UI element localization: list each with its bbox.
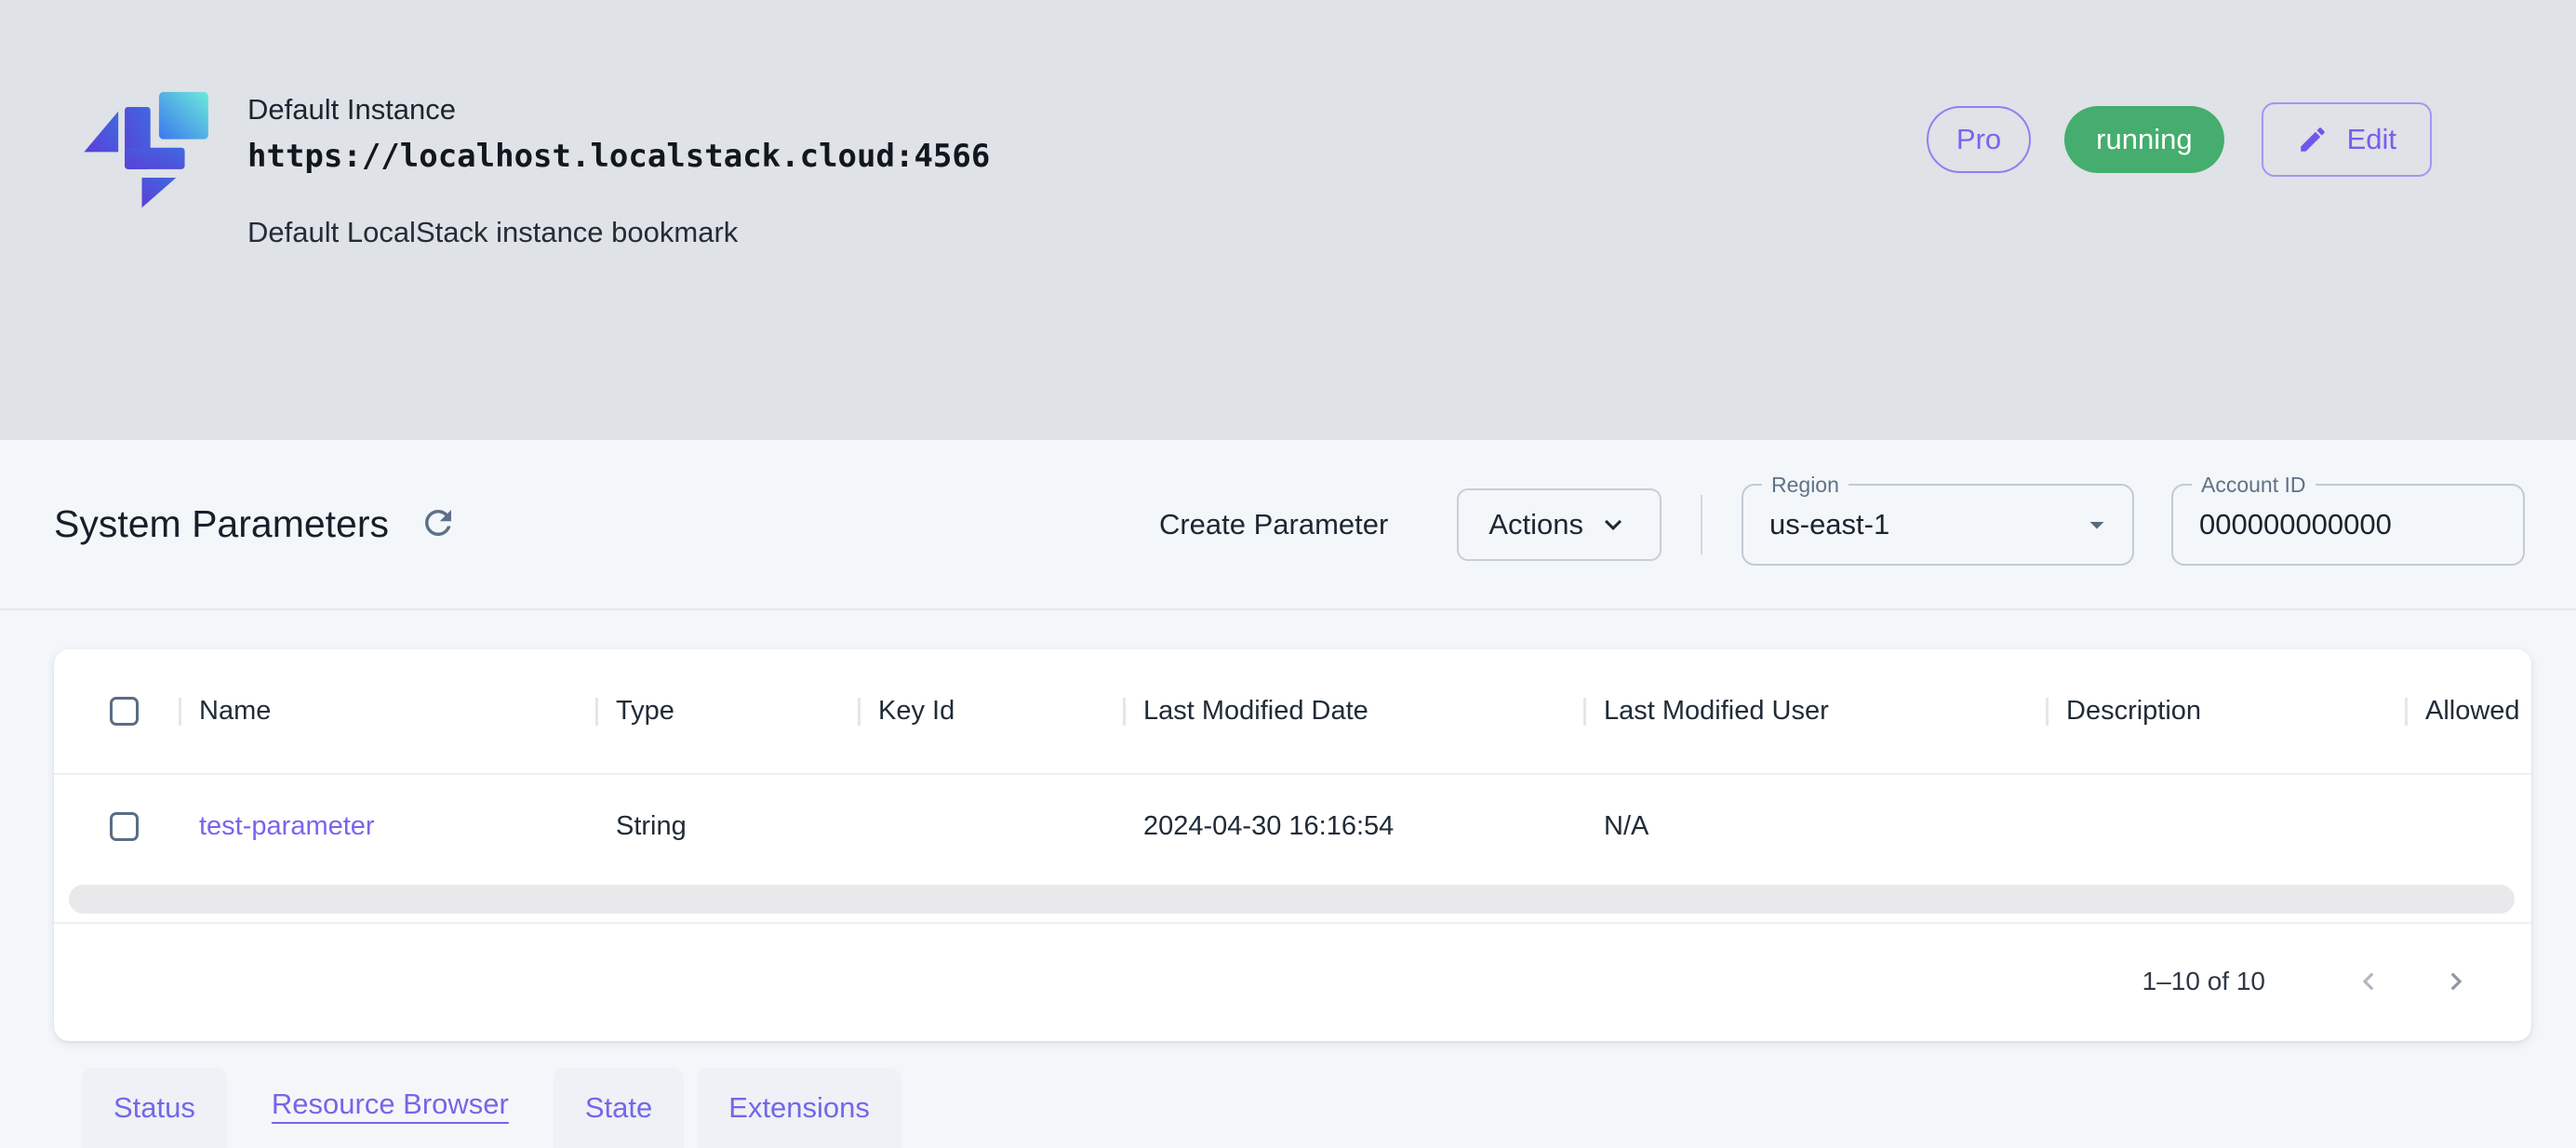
- pencil-icon: [2297, 124, 2329, 155]
- create-parameter-button[interactable]: Create Parameter: [1159, 508, 1388, 541]
- dropdown-arrow-icon: [2080, 508, 2114, 541]
- column-header-description: Description: [2046, 696, 2405, 727]
- edit-button-label: Edit: [2347, 123, 2396, 156]
- column-separator: [179, 698, 181, 726]
- status-badge: running: [2064, 106, 2223, 173]
- column-header-last-modified-date: Last Modified Date: [1123, 696, 1583, 727]
- refresh-button[interactable]: [417, 503, 460, 546]
- column-header-allowed: Allowed: [2405, 696, 2531, 727]
- page-title: System Parameters: [54, 502, 389, 546]
- cell-type: String: [595, 811, 858, 842]
- row-checkbox[interactable]: [110, 812, 139, 841]
- parameters-table: Name Type Key Id Last Modified Date Last…: [54, 649, 2531, 877]
- tab-extensions[interactable]: Extensions: [697, 1068, 901, 1148]
- account-id-field: Account ID: [2171, 484, 2525, 566]
- column-separator: [1123, 698, 1126, 726]
- table-row: test-parameter String 2024-04-30 16:16:5…: [54, 775, 2531, 877]
- row-checkbox-cell: [54, 812, 179, 841]
- resource-toolbar: System Parameters Create Parameter Actio…: [0, 440, 2576, 610]
- tab-resource-browser-label: Resource Browser: [272, 1088, 509, 1121]
- column-header-last-modified-user-label: Last Modified User: [1604, 696, 1829, 727]
- horizontal-scrollbar: [54, 877, 2531, 922]
- region-select-value: us-east-1: [1769, 508, 1889, 541]
- pagination-previous-button[interactable]: [2351, 964, 2386, 999]
- edit-button[interactable]: Edit: [2262, 102, 2432, 177]
- tab-extensions-label: Extensions: [728, 1091, 870, 1125]
- select-all-checkbox[interactable]: [110, 697, 139, 726]
- tab-state-label: State: [585, 1091, 652, 1125]
- column-separator: [2405, 698, 2408, 726]
- actions-dropdown-button[interactable]: Actions: [1457, 488, 1662, 561]
- column-separator: [1583, 698, 1586, 726]
- refresh-icon: [419, 503, 458, 542]
- cell-last-modified-date: 2024-04-30 16:16:54: [1123, 811, 1583, 842]
- chevron-down-icon: [1596, 508, 1630, 541]
- column-header-name-label: Name: [199, 696, 271, 727]
- pagination: 1–10 of 10: [54, 924, 2531, 1039]
- account-id-label: Account ID: [2192, 471, 2316, 499]
- column-header-key-id-label: Key Id: [878, 696, 954, 727]
- tab-status[interactable]: Status: [82, 1068, 227, 1148]
- tab-state[interactable]: State: [554, 1068, 684, 1148]
- column-header-last-modified-user: Last Modified User: [1583, 696, 2046, 727]
- column-header-name: Name: [179, 696, 595, 727]
- account-id-input[interactable]: [2199, 508, 2497, 541]
- chevron-left-icon: [2351, 964, 2386, 999]
- actions-label: Actions: [1488, 508, 1583, 541]
- toolbar-divider: [1701, 495, 1702, 554]
- instance-badges: Pro running Edit: [1927, 102, 2432, 177]
- column-header-type-label: Type: [616, 696, 674, 727]
- column-header-type: Type: [595, 696, 858, 727]
- instance-header: Default Instance https://localhost.local…: [82, 86, 990, 249]
- localstack-logo-icon: [82, 86, 223, 227]
- instance-description: Default LocalStack instance bookmark: [247, 216, 990, 249]
- column-separator: [2046, 698, 2049, 726]
- column-separator: [858, 698, 861, 726]
- column-header-key-id: Key Id: [858, 696, 1123, 727]
- chevron-right-icon: [2438, 964, 2474, 999]
- cell-name: test-parameter: [179, 811, 595, 842]
- column-header-description-label: Description: [2066, 696, 2201, 727]
- tab-status-label: Status: [113, 1091, 195, 1125]
- plan-badge: Pro: [1927, 106, 2031, 173]
- region-select-label: Region: [1762, 471, 1849, 499]
- instance-info: Default Instance https://localhost.local…: [247, 86, 990, 249]
- region-select[interactable]: Region us-east-1: [1742, 484, 2134, 566]
- instance-tabs: Status Resource Browser State Extensions: [82, 1060, 901, 1148]
- parameter-name-link[interactable]: test-parameter: [199, 811, 375, 842]
- instance-title: Default Instance: [247, 93, 990, 127]
- column-separator: [595, 698, 598, 726]
- pagination-next-button[interactable]: [2438, 964, 2474, 999]
- tab-resource-browser[interactable]: Resource Browser: [240, 1060, 541, 1148]
- parameters-table-card: Name Type Key Id Last Modified Date Last…: [54, 649, 2531, 1041]
- horizontal-scrollbar-thumb[interactable]: [69, 885, 2515, 914]
- column-header-allowed-label: Allowed: [2425, 696, 2520, 727]
- instance-url: https://localhost.localstack.cloud:4566: [247, 138, 990, 175]
- pagination-range-label: 1–10 of 10: [2142, 967, 2265, 996]
- table-header-row: Name Type Key Id Last Modified Date Last…: [54, 649, 2531, 775]
- cell-last-modified-user: N/A: [1583, 811, 2046, 842]
- column-header-last-modified-date-label: Last Modified Date: [1143, 696, 1368, 727]
- header-checkbox-cell: [54, 697, 179, 726]
